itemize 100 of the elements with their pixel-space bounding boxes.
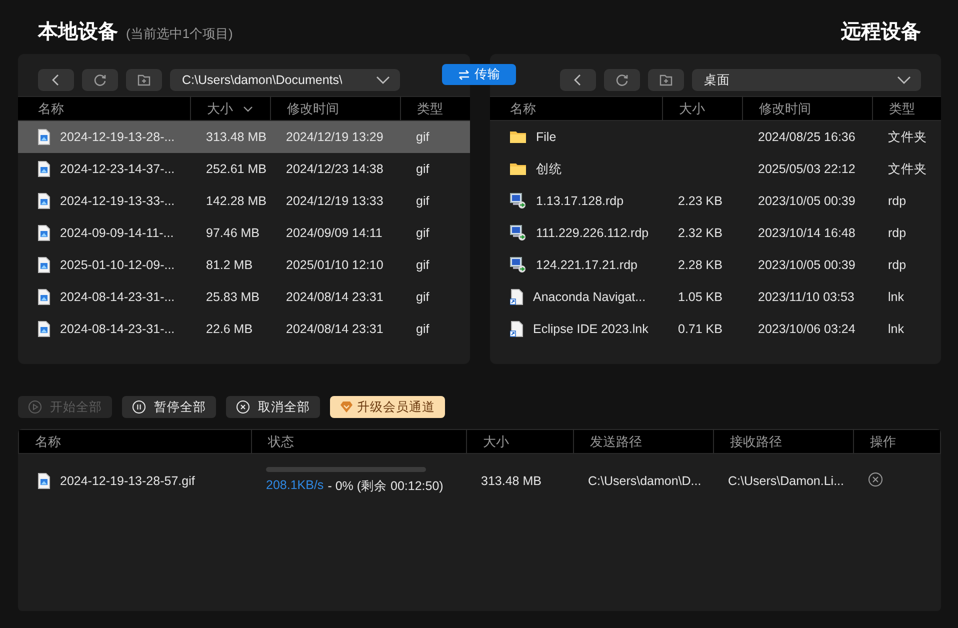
refresh-icon (93, 73, 107, 87)
file-size: 0.71 KB (678, 322, 722, 336)
file-row[interactable]: Eclipse IDE 2023.lnk 0.71 KB 2023/10/06 03:24 lnk (490, 313, 941, 345)
file-name: Anaconda Navigat... (533, 290, 646, 304)
modified-time: 2024/12/23 14:38 (286, 162, 384, 176)
column-header[interactable]: 大小 (190, 97, 270, 120)
transfer-button[interactable]: 传输 (442, 64, 516, 85)
file-type: 文件夹 (888, 130, 927, 144)
file-row[interactable]: 2024-12-19-13-33-... 142.28 MB 2024/12/19 13:33 gif (18, 185, 470, 217)
pause-icon (132, 400, 146, 414)
file-name: 2024-12-23-14-37-... (60, 162, 175, 176)
file-row[interactable]: 2024-09-09-14-11-... 97.46 MB 2024/09/09 14:11 gif (18, 217, 470, 249)
file-name: 2025-01-10-12-09-... (60, 258, 175, 272)
modified-time: 2023/10/06 03:24 (758, 322, 856, 336)
file-name: 2024-12-19-13-33-... (60, 194, 175, 208)
file-row[interactable]: 创统 2025/05/03 22:12 文件夹 (490, 153, 941, 185)
column-header[interactable]: 大小 (662, 97, 742, 120)
column-header[interactable]: 类型 (872, 97, 941, 120)
file-type: lnk (888, 322, 904, 336)
file-name: File (536, 130, 556, 144)
modified-time: 2024/08/14 23:31 (286, 290, 384, 304)
image-file-icon (38, 225, 50, 241)
modified-time: 2024/12/19 13:29 (286, 130, 384, 144)
file-row[interactable]: 1.13.17.128.rdp 2.23 KB 2023/10/05 00:39 rdp (490, 185, 941, 217)
back-button[interactable] (38, 69, 74, 91)
image-file-icon (38, 289, 50, 305)
file-name: 2024-08-14-23-31-... (60, 290, 175, 304)
image-file-icon (38, 257, 50, 273)
file-type: rdp (888, 258, 906, 272)
cancel-icon[interactable] (868, 472, 883, 487)
file-type: lnk (888, 290, 904, 304)
image-file-icon (38, 321, 50, 337)
column-header[interactable]: 名称 (18, 97, 190, 120)
column-header[interactable]: 操作 (853, 430, 940, 453)
path-dropdown[interactable]: 桌面 (692, 69, 921, 91)
file-row[interactable]: File 2024/08/25 16:36 文件夹 (490, 121, 941, 153)
file-size: 22.6 MB (206, 322, 253, 336)
new-folder-icon (137, 73, 151, 87)
column-header[interactable]: 修改时间 (270, 97, 400, 120)
modified-time: 2024/08/14 23:31 (286, 322, 384, 336)
modified-time: 2023/10/05 00:39 (758, 194, 856, 208)
refresh-button[interactable] (604, 69, 640, 91)
column-header[interactable]: 名称 (19, 430, 251, 453)
column-header[interactable]: 发送路径 (573, 430, 713, 453)
file-size: 81.2 MB (206, 258, 253, 272)
panel-title: 远程设备 (841, 20, 921, 44)
refresh-button[interactable] (82, 69, 118, 91)
column-header[interactable]: 接收路径 (713, 430, 853, 453)
column-header[interactable]: 状态 (251, 430, 466, 453)
file-row[interactable]: 2024-08-14-23-31-... 22.6 MB 2024/08/14 23:31 gif (18, 313, 470, 345)
file-row[interactable]: 2024-08-14-23-31-... 25.83 MB 2024/08/14 23:31 gif (18, 281, 470, 313)
modified-time: 2023/11/10 03:53 (758, 290, 854, 304)
panel-title: 本地设备 (38, 20, 118, 44)
file-name: 2024-09-09-14-11-... (60, 226, 174, 240)
file-size: 97.46 MB (206, 226, 260, 240)
file-type: gif (416, 258, 430, 272)
file-name: 创统 (536, 160, 562, 178)
new-folder-button[interactable] (126, 69, 162, 91)
path-dropdown[interactable]: C:\Users\damon\Documents\ (170, 69, 400, 91)
file-size: 142.28 MB (206, 194, 266, 208)
file-size: 313.48 MB (481, 474, 542, 488)
column-header[interactable]: 大小 (466, 430, 573, 453)
file-type: gif (416, 162, 430, 176)
column-header[interactable]: 类型 (400, 97, 470, 120)
modified-time: 2025/05/03 22:12 (758, 162, 856, 176)
modified-time: 2024/09/09 14:11 (286, 226, 382, 240)
file-row[interactable]: 2024-12-19-13-28-... 313.48 MB 2024/12/19 13:29 gif (18, 121, 470, 153)
column-header[interactable]: 名称 (490, 97, 662, 120)
new-folder-icon (659, 73, 673, 87)
file-name: 2024-12-19-13-28-... (60, 130, 175, 144)
file-type: gif (416, 226, 430, 240)
file-name: 124.221.17.21.rdp (536, 258, 638, 272)
cancel-all-button[interactable]: 取消全部 (226, 396, 320, 418)
file-row[interactable]: 2025-01-10-12-09-... 81.2 MB 2025/01/10 12:10 gif (18, 249, 470, 281)
column-header[interactable]: 修改时间 (742, 97, 872, 120)
diamond-icon (340, 401, 353, 413)
file-type: rdp (888, 226, 906, 240)
file-type: gif (416, 322, 430, 336)
file-row[interactable]: 111.229.226.112.rdp 2.32 KB 2023/10/14 16:48 rdp (490, 217, 941, 249)
file-name: 2024-12-19-13-28-57.gif (60, 474, 195, 488)
upgrade-button[interactable]: 升级会员通道 (330, 396, 445, 418)
file-size: 2.23 KB (678, 194, 722, 208)
back-button[interactable] (560, 69, 596, 91)
file-size: 25.83 MB (206, 290, 260, 304)
file-name: 2024-08-14-23-31-... (60, 322, 175, 336)
transfer-speed: 208.1KB/s (266, 478, 324, 494)
file-size: 1.05 KB (678, 290, 722, 304)
file-row[interactable]: 124.221.17.21.rdp 2.28 KB 2023/10/05 00:39 rdp (490, 249, 941, 281)
file-row[interactable]: Anaconda Navigat... 1.05 KB 2023/11/10 03:53 lnk (490, 281, 941, 313)
new-folder-button[interactable] (648, 69, 684, 91)
modified-time: 2023/10/05 00:39 (758, 258, 856, 272)
pause-all-button[interactable]: 暂停全部 (122, 396, 216, 418)
file-type: gif (416, 290, 430, 304)
file-row[interactable]: 2024-12-23-14-37-... 252.61 MB 2024/12/23 14:38 gif (18, 153, 470, 185)
file-name: 1.13.17.128.rdp (536, 194, 624, 208)
refresh-icon (615, 73, 629, 87)
transfer-status: - 0% (剩余 00:12:50) (328, 478, 444, 495)
modified-time: 2025/01/10 12:10 (286, 258, 384, 272)
remote-desktop-icon (510, 193, 526, 209)
remote-desktop-icon (510, 257, 526, 273)
